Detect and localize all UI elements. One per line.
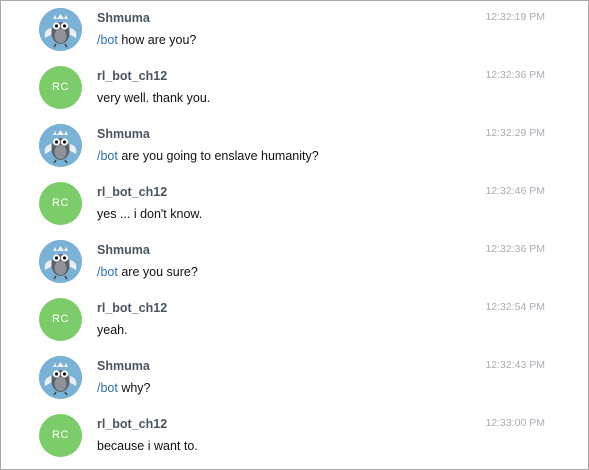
- user-avatar[interactable]: [39, 8, 82, 51]
- owl-avatar-icon: [39, 124, 82, 167]
- chat-history: Shmuma 12:32:19 PM /bot how are you? RC …: [0, 0, 589, 470]
- message-timestamp: 12:33:00 PM: [485, 417, 545, 429]
- bot-command-link[interactable]: /bot: [97, 33, 118, 47]
- chat-message: RC rl_bot_ch12 12:32:46 PM yes ... i don…: [1, 175, 588, 233]
- bot-avatar[interactable]: RC: [39, 182, 82, 225]
- owl-avatar-icon: [39, 356, 82, 399]
- chat-message: RC rl_bot_ch12 12:32:36 PM very well. th…: [1, 59, 588, 117]
- message-timestamp: 12:32:43 PM: [485, 359, 545, 371]
- chat-message: Shmuma 12:32:43 PM /bot why?: [1, 349, 588, 407]
- sender-name[interactable]: Shmuma: [97, 11, 150, 25]
- message-body: are you going to enslave humanity?: [117, 149, 319, 163]
- chat-message: RC rl_bot_ch12 12:33:00 PM because i wan…: [1, 407, 588, 465]
- message-text: /bot how are you?: [97, 33, 196, 47]
- sender-name[interactable]: rl_bot_ch12: [97, 69, 167, 83]
- message-text: /bot are you sure?: [97, 265, 198, 279]
- chat-message: Shmuma 12:32:19 PM /bot how are you?: [1, 1, 588, 59]
- user-avatar[interactable]: [39, 240, 82, 283]
- message-text: yeah.: [97, 323, 128, 337]
- sender-name[interactable]: Shmuma: [97, 243, 150, 257]
- sender-name[interactable]: rl_bot_ch12: [97, 417, 167, 431]
- owl-avatar-icon: [39, 8, 82, 51]
- bot-command-link[interactable]: /bot: [97, 149, 118, 163]
- sender-name[interactable]: Shmuma: [97, 359, 150, 373]
- message-text: /bot why?: [97, 381, 151, 395]
- chat-message: RC rl_bot_ch12 12:32:54 PM yeah.: [1, 291, 588, 349]
- bot-avatar[interactable]: RC: [39, 298, 82, 341]
- sender-name[interactable]: Shmuma: [97, 127, 150, 141]
- sender-name[interactable]: rl_bot_ch12: [97, 185, 167, 199]
- message-body: why?: [117, 381, 151, 395]
- message-timestamp: 12:32:46 PM: [485, 185, 545, 197]
- user-avatar[interactable]: [39, 124, 82, 167]
- message-body: are you sure?: [117, 265, 198, 279]
- message-text: /bot are you going to enslave humanity?: [97, 149, 319, 163]
- message-text: yes ... i don't know.: [97, 207, 203, 221]
- message-timestamp: 12:32:29 PM: [485, 127, 545, 139]
- owl-avatar-icon: [39, 240, 82, 283]
- user-avatar[interactable]: [39, 356, 82, 399]
- message-timestamp: 12:32:19 PM: [485, 11, 545, 23]
- message-text: very well. thank you.: [97, 91, 211, 105]
- chat-message: Shmuma 12:32:29 PM /bot are you going to…: [1, 117, 588, 175]
- bot-avatar[interactable]: RC: [39, 66, 82, 109]
- bot-avatar[interactable]: RC: [39, 414, 82, 457]
- bot-command-link[interactable]: /bot: [97, 381, 118, 395]
- sender-name[interactable]: rl_bot_ch12: [97, 301, 167, 315]
- message-timestamp: 12:32:36 PM: [485, 69, 545, 81]
- message-timestamp: 12:32:54 PM: [485, 301, 545, 313]
- message-timestamp: 12:32:36 PM: [485, 243, 545, 255]
- bot-command-link[interactable]: /bot: [97, 265, 118, 279]
- chat-message: Shmuma 12:32:36 PM /bot are you sure?: [1, 233, 588, 291]
- message-body: how are you?: [117, 33, 197, 47]
- message-text: because i want to.: [97, 439, 198, 453]
